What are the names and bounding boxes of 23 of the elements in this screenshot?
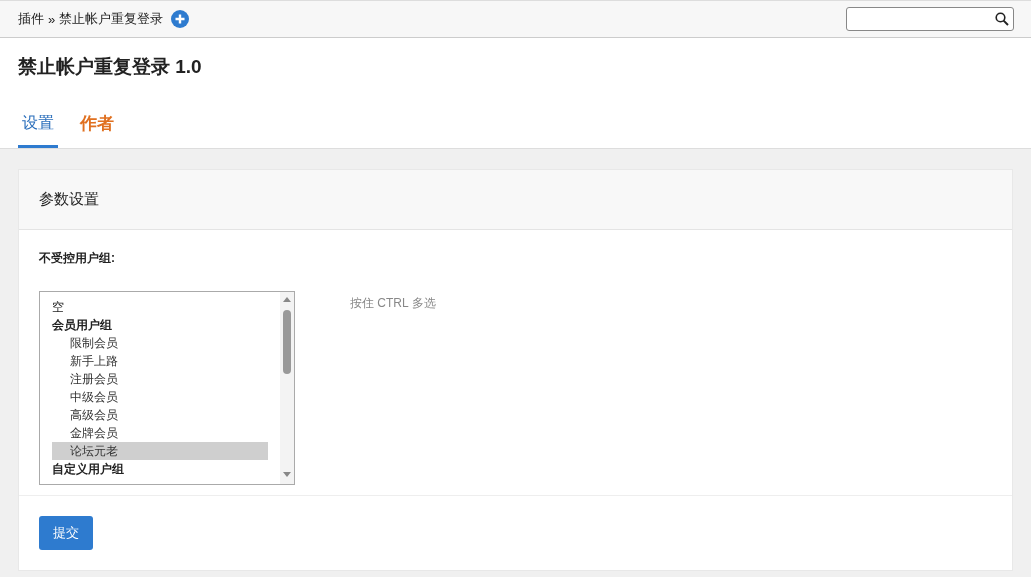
list-option[interactable]: 中级会员 — [52, 388, 280, 406]
list-option[interactable]: 空 — [52, 298, 280, 316]
list-option[interactable]: 注册会员 — [52, 370, 280, 388]
breadcrumb-separator: » — [48, 11, 56, 27]
panel-title: 参数设置 — [19, 170, 1012, 230]
breadcrumb-item[interactable]: 插件 — [18, 10, 44, 28]
list-option[interactable]: 高级会员 — [52, 406, 280, 424]
list-option[interactable]: 金牌会员 — [52, 424, 280, 442]
group-listbox[interactable]: 空 会员用户组 限制会员 新手上路 注册会员 中级会员 高级会员 金牌会员 论坛元老 自定义用户组 — [39, 291, 295, 485]
field-label: 不受控用户组: — [39, 250, 116, 267]
page-title: 禁止帐户重复登录 1.0 — [18, 55, 203, 79]
tab[interactable]: 设置 — [18, 106, 58, 148]
search-icon[interactable] — [995, 12, 1009, 26]
search-field[interactable] — [846, 7, 1014, 31]
breadcrumb-item: 禁止帐户重复登录 — [59, 10, 164, 28]
list-option[interactable]: 限制会员 — [52, 334, 280, 352]
list-option[interactable]: 新手上路 — [52, 352, 280, 370]
list-option[interactable]: 论坛元老 — [52, 442, 268, 460]
list-option[interactable]: 自定义用户组 — [52, 460, 280, 478]
hint-text: 按住 CTRL 多选 — [350, 295, 436, 312]
list-option[interactable]: 会员用户组 — [52, 316, 280, 334]
add-icon[interactable] — [171, 10, 190, 28]
submit-button[interactable]: 提交 — [39, 516, 93, 550]
